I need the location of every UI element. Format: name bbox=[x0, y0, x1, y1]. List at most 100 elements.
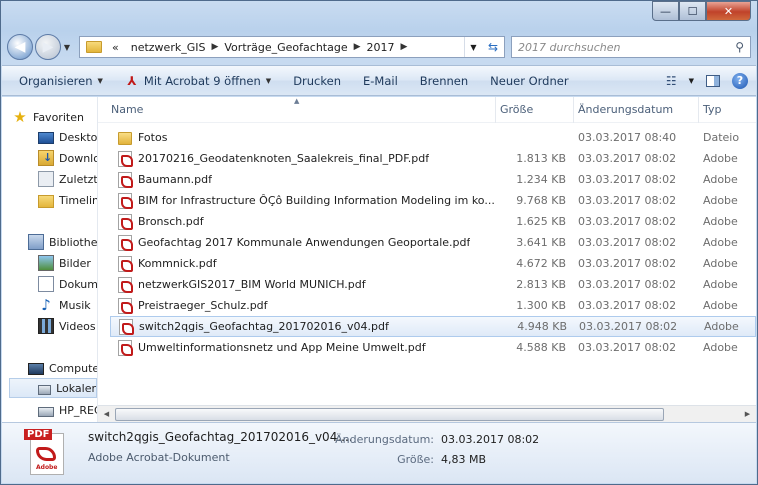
nav-timeline[interactable]: Timeline bbox=[38, 190, 97, 210]
breadcrumb-separator-icon[interactable]: ▶ bbox=[211, 42, 218, 52]
file-row[interactable]: netzwerkGIS2017_BIM World MUNICH.pdf 2.81… bbox=[110, 274, 756, 295]
minimize-icon: — bbox=[660, 4, 671, 18]
help-icon[interactable]: ? bbox=[732, 72, 748, 89]
file-size: 4.588 KB bbox=[516, 341, 566, 354]
search-box[interactable]: 2017 durchsuchen ⚲ bbox=[511, 36, 751, 58]
pdf-icon bbox=[118, 150, 133, 167]
refresh-icon[interactable]: ⇆ bbox=[482, 37, 504, 57]
nav-label: Timeline bbox=[59, 193, 97, 207]
search-icon[interactable]: ⚲ bbox=[735, 40, 744, 54]
organize-button[interactable]: Organisieren ▼ bbox=[8, 74, 114, 88]
column-header-type[interactable]: Typ bbox=[699, 97, 739, 123]
close-button[interactable]: ✕ bbox=[706, 1, 751, 21]
file-date: 03.03.2017 08:02 bbox=[578, 215, 677, 228]
nav-libraries[interactable]: Bibliotheken bbox=[28, 232, 98, 252]
change-view-icon[interactable]: ☷ bbox=[666, 74, 677, 88]
file-name: 20170216_Geodatenknoten_Saalekreis_final… bbox=[138, 152, 430, 165]
file-name-cell: Baumann.pdf bbox=[110, 171, 496, 188]
scrollbar-thumb[interactable] bbox=[115, 407, 665, 421]
horizontal-scrollbar[interactable]: ◀ ▶ bbox=[98, 405, 756, 422]
minimize-button[interactable]: — bbox=[652, 1, 679, 21]
file-row[interactable]: Bronsch.pdf 1.625 KB 03.03.2017 08:02 Adobe bbox=[110, 211, 756, 232]
print-button[interactable]: Drucken bbox=[282, 74, 352, 88]
nav-videos[interactable]: Videos bbox=[38, 316, 96, 336]
file-date: 03.03.2017 08:02 bbox=[578, 194, 677, 207]
column-header-date[interactable]: Änderungsdatum bbox=[574, 97, 699, 123]
file-row[interactable]: Fotos 03.03.2017 08:40 Dateiordner bbox=[110, 127, 756, 148]
new-folder-button[interactable]: Neuer Ordner bbox=[479, 74, 579, 88]
file-size: 2.813 KB bbox=[516, 278, 566, 291]
recent-pages-dropdown[interactable]: ▼ bbox=[61, 43, 73, 52]
adobe-label: Adobe bbox=[36, 464, 58, 471]
file-row[interactable]: Baumann.pdf 1.234 KB 03.03.2017 08:02 Adobe bbox=[110, 169, 756, 190]
nav-desktop[interactable]: Desktop bbox=[38, 127, 97, 147]
file-row[interactable]: Umweltinformationsnetz und App Meine Umw… bbox=[110, 337, 756, 358]
file-size: 4.948 KB bbox=[517, 320, 567, 333]
forward-button[interactable]: ▶ bbox=[35, 34, 61, 60]
scroll-right-icon[interactable]: ▶ bbox=[739, 406, 756, 423]
file-row[interactable]: 20170216_Geodatenknoten_Saalekreis_final… bbox=[110, 148, 756, 169]
email-button[interactable]: E-Mail bbox=[352, 74, 409, 88]
chevron-down-icon: ▼ bbox=[97, 76, 103, 85]
breadcrumb-vortraege[interactable]: Vorträge_Geofachtage bbox=[218, 41, 353, 54]
file-name-cell: BIM for Infrastructure ÔÇô Building Info… bbox=[110, 192, 496, 209]
address-bar[interactable]: « netzwerk_GIS ▶ Vorträge_Geofachtage ▶ … bbox=[79, 36, 505, 58]
nav-hp-recovery[interactable]: HP_RECOVERY bbox=[38, 400, 97, 420]
file-date: 03.03.2017 08:02 bbox=[578, 152, 677, 165]
file-row[interactable]: Preistraeger_Schulz.pdf 1.300 KB 03.03.201… bbox=[110, 295, 756, 316]
file-name-cell: Preistraeger_Schulz.pdf bbox=[110, 297, 496, 314]
pdf-icon bbox=[118, 171, 133, 188]
folder-icon bbox=[118, 132, 132, 145]
drive-icon bbox=[38, 407, 54, 417]
file-size: 3.641 KB bbox=[516, 236, 566, 249]
nav-recent[interactable]: Zuletzt bbox=[38, 169, 97, 189]
back-button[interactable]: ◀ bbox=[7, 34, 33, 60]
breadcrumb-2017[interactable]: 2017 bbox=[361, 41, 401, 54]
nav-computer[interactable]: Computer bbox=[28, 358, 97, 378]
nav-documents[interactable]: Dokumente bbox=[38, 274, 97, 294]
nav-music[interactable]: ♪ Musik bbox=[38, 295, 91, 315]
file-row[interactable]: Geofachtag 2017 Kommunale Anwendungen Ge… bbox=[110, 232, 756, 253]
file-row[interactable]: Kommnick.pdf 4.672 KB 03.03.2017 08:02 Adob… bbox=[110, 253, 756, 274]
file-type: Adobe bbox=[703, 152, 738, 165]
file-size: 1.625 KB bbox=[516, 215, 566, 228]
address-dropdown-icon[interactable]: ▼ bbox=[464, 37, 482, 57]
breadcrumb-separator-icon[interactable]: ▶ bbox=[401, 42, 408, 52]
file-date: 03.03.2017 08:02 bbox=[578, 278, 677, 291]
libraries-icon bbox=[28, 234, 44, 250]
details-size-value: 4,83 MB bbox=[441, 453, 487, 466]
nav-favorites[interactable]: ★ Favoriten bbox=[12, 107, 84, 127]
breadcrumb-netzwerk-gis[interactable]: netzwerk_GIS bbox=[125, 41, 212, 54]
open-with-acrobat-button[interactable]: ⅄ Mit Acrobat 9 öffnen ▼ bbox=[114, 74, 282, 88]
file-date: 03.03.2017 08:02 bbox=[578, 236, 677, 249]
nav-downloads[interactable]: Downloads bbox=[38, 148, 97, 168]
chevron-down-icon[interactable]: ▼ bbox=[689, 77, 694, 85]
file-type: Adobe bbox=[703, 215, 738, 228]
scroll-left-icon[interactable]: ◀ bbox=[98, 406, 115, 423]
burn-button[interactable]: Brennen bbox=[409, 74, 479, 88]
nav-label: Musik bbox=[59, 298, 91, 312]
nav-local-disk[interactable]: Lokaler bbox=[9, 378, 97, 398]
column-header-size[interactable]: Größe bbox=[496, 97, 574, 123]
file-row[interactable]: switch2qgis_Geofachtag_201702016_v04.pdf… bbox=[110, 316, 756, 337]
maximize-button[interactable]: ☐ bbox=[679, 1, 706, 21]
nav-label: Bibliotheken bbox=[49, 235, 98, 249]
navigation-pane: ★ Favoriten Desktop Downloads Zuletzt Tim… bbox=[2, 97, 98, 422]
desktop-icon bbox=[38, 132, 54, 144]
close-icon: ✕ bbox=[723, 4, 734, 18]
file-row[interactable]: BIM for Infrastructure ÔÇô Building Info… bbox=[110, 190, 756, 211]
file-type: Adobe bbox=[704, 320, 739, 333]
file-name-cell: switch2qgis_Geofachtag_201702016_v04.pdf bbox=[111, 318, 497, 335]
documents-icon bbox=[38, 276, 54, 292]
breadcrumb-overflow[interactable]: « bbox=[106, 41, 125, 54]
file-name-cell: Umweltinformationsnetz und App Meine Umw… bbox=[110, 339, 496, 356]
file-name: BIM for Infrastructure ÔÇô Building Info… bbox=[138, 194, 495, 207]
search-input[interactable]: 2017 durchsuchen bbox=[518, 41, 620, 54]
nav-pictures[interactable]: Bilder bbox=[38, 253, 91, 273]
breadcrumb-separator-icon[interactable]: ▶ bbox=[354, 42, 361, 52]
file-type: Adobe bbox=[703, 236, 738, 249]
preview-pane-icon[interactable] bbox=[706, 74, 720, 87]
organize-label: Organisieren bbox=[19, 73, 93, 88]
file-type: Adobe bbox=[703, 278, 738, 291]
scrollbar-track[interactable] bbox=[115, 407, 739, 422]
